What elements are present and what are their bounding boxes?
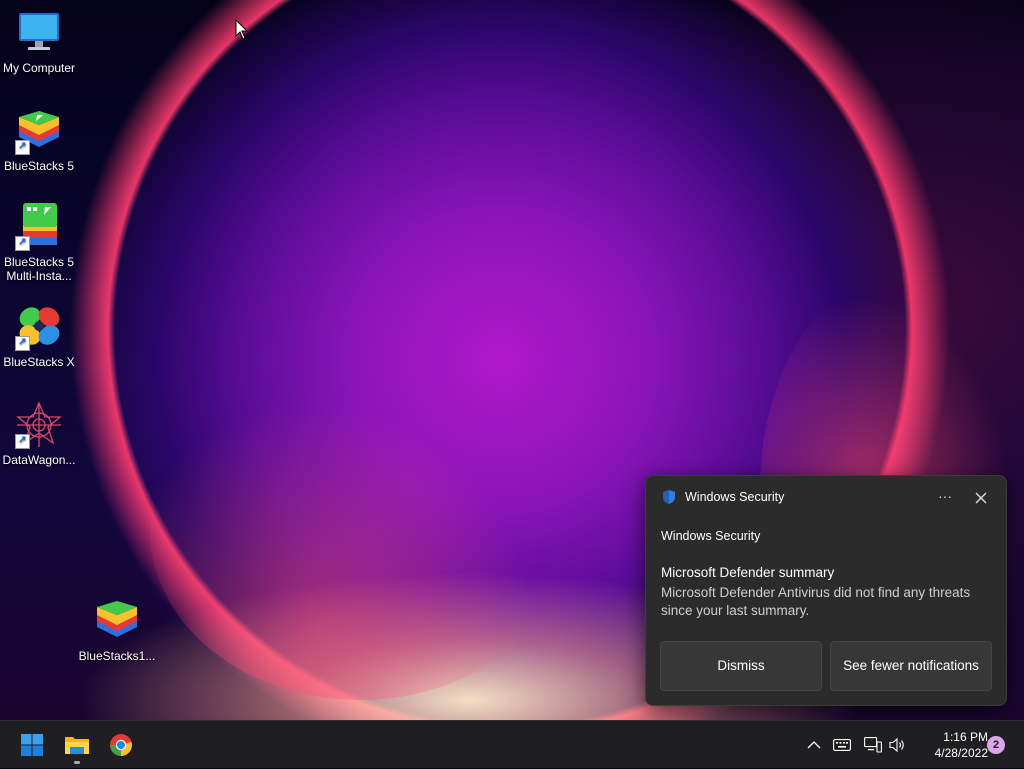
computer-icon: [15, 9, 63, 57]
bluestacks-x-icon: ↗: [15, 303, 63, 351]
desktop-icon-label: DataWagon...: [2, 453, 76, 467]
mouse-cursor-icon: [235, 19, 249, 40]
more-options-button[interactable]: ···: [933, 488, 957, 508]
notification-toast[interactable]: Windows Security ··· Windows Security Mi…: [645, 475, 1007, 706]
start-button[interactable]: [12, 721, 52, 769]
desktop-icon-bluestacks-5[interactable]: ↗ BlueStacks 5: [0, 107, 78, 173]
volume-button[interactable]: [888, 735, 908, 755]
notification-app-name: Windows Security: [685, 490, 785, 504]
desktop-icon-label: BlueStacks 5: [3, 159, 75, 173]
shortcut-arrow-icon: ↗: [15, 140, 30, 155]
keyboard-icon: [833, 739, 851, 751]
shortcut-arrow-icon: ↗: [15, 236, 30, 251]
desktop-icon-label: BlueStacks1...: [78, 649, 156, 663]
taskbar-file-explorer[interactable]: [57, 721, 97, 769]
desktop-icon-datawagon[interactable]: ↗ DataWagon...: [0, 401, 78, 467]
clock-date: 4/28/2022: [934, 746, 988, 760]
bluestacks-icon: [93, 597, 141, 645]
network-button[interactable]: [863, 735, 883, 755]
start-icon: [21, 734, 43, 756]
notification-header: Windows Security: [661, 489, 784, 505]
close-button[interactable]: [971, 488, 991, 508]
clock[interactable]: 1:16 PM 4/28/2022: [912, 729, 988, 761]
shortcut-arrow-icon: ↗: [15, 336, 30, 351]
shield-icon: [663, 490, 675, 504]
network-icon: [864, 737, 882, 753]
shortcut-arrow-icon: ↗: [15, 434, 30, 449]
desktop-icon-label: BlueStacks X: [3, 355, 75, 369]
desktop-icon-label: My Computer: [2, 61, 76, 75]
notification-count-badge[interactable]: 2: [987, 736, 1005, 754]
desktop-icon-bluestacks-x[interactable]: ↗ BlueStacks X: [0, 303, 78, 369]
file-explorer-icon: [65, 737, 89, 754]
desktop-icon-my-computer[interactable]: My Computer: [0, 9, 78, 75]
notification-body: Microsoft Defender Antivirus did not fin…: [661, 585, 971, 618]
taskbar: 1:16 PM 4/28/2022 2: [0, 720, 1024, 768]
clock-time: 1:16 PM: [943, 730, 988, 744]
bluestacks-icon: ↗: [15, 107, 63, 155]
see-fewer-notifications-button[interactable]: See fewer notifications: [830, 641, 992, 691]
notification-subtitle: Windows Security: [661, 529, 761, 543]
notification-title: Microsoft Defender summary: [661, 565, 835, 580]
datawagon-icon: ↗: [15, 401, 63, 449]
active-indicator: [74, 761, 80, 764]
dismiss-button[interactable]: Dismiss: [660, 641, 822, 691]
show-hidden-icons-button[interactable]: [804, 735, 824, 755]
taskbar-chrome[interactable]: [101, 721, 141, 769]
close-icon: [975, 492, 987, 504]
desktop-icon-bluestacks1[interactable]: BlueStacks1...: [78, 597, 156, 663]
desktop-icon-bluestacks-multi[interactable]: ↗ BlueStacks 5 Multi-Insta...: [0, 203, 78, 283]
chevron-up-icon: [807, 741, 821, 749]
desktop-icon-label: BlueStacks 5 Multi-Insta...: [3, 255, 75, 283]
volume-icon: [889, 737, 904, 753]
bluestacks-multi-icon: ↗: [15, 203, 63, 251]
chrome-icon: [110, 734, 132, 756]
input-indicator[interactable]: [832, 735, 852, 755]
